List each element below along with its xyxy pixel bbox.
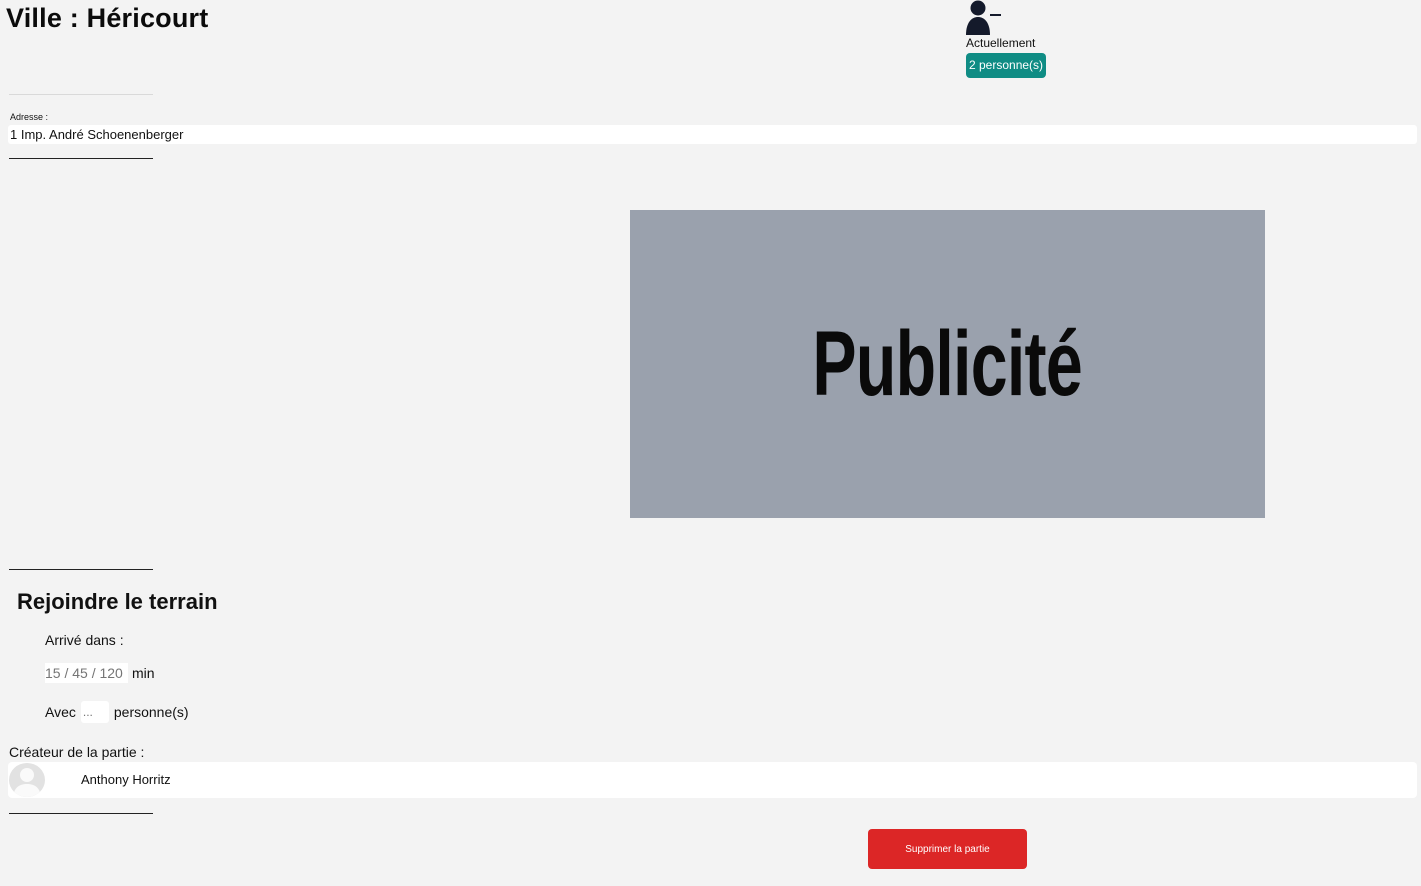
arrival-time-row: min	[45, 663, 155, 683]
advertisement-text: Publicité	[812, 312, 1083, 415]
divider	[9, 813, 153, 814]
creator-name: Anthony Horritz	[81, 772, 171, 787]
divider	[9, 94, 153, 95]
divider	[9, 158, 153, 159]
occupancy-label: Actuellement	[966, 36, 1036, 50]
advertisement-banner[interactable]: Publicité	[630, 210, 1265, 518]
user-minus-icon	[966, 0, 1001, 35]
divider	[9, 569, 153, 570]
join-section-title: Rejoindre le terrain	[17, 589, 218, 614]
address-field: 1 Imp. André Schoenenberger	[8, 125, 1417, 144]
arrival-time-unit: min	[132, 665, 155, 681]
occupancy-count-badge: 2 personne(s)	[966, 53, 1047, 78]
creator-label: Créateur de la partie :	[9, 744, 145, 760]
people-count-input[interactable]	[80, 701, 109, 723]
arrival-time-input[interactable]	[45, 663, 128, 683]
people-count-prefix: Avec	[45, 704, 76, 720]
creator-card[interactable]: Anthony Horritz	[8, 762, 1417, 798]
address-label: Adresse :	[10, 112, 49, 122]
people-count-row: Avec personne(s)	[45, 701, 189, 723]
default-avatar-icon	[9, 763, 45, 797]
page-title: Ville : Héricourt	[6, 3, 209, 33]
address-value: 1 Imp. André Schoenenberger	[10, 127, 184, 142]
delete-game-button[interactable]: Supprimer la partie	[868, 829, 1027, 869]
people-count-unit: personne(s)	[113, 704, 189, 720]
arrival-label: Arrivé dans :	[45, 632, 124, 648]
